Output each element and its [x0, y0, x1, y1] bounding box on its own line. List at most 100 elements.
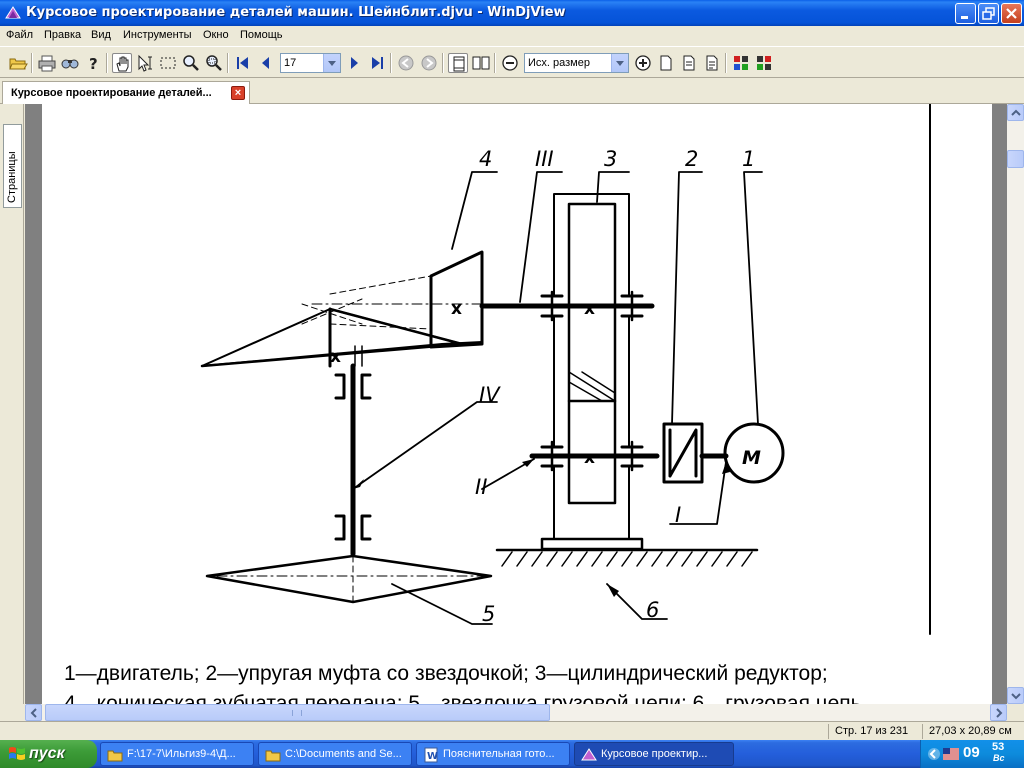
caption-line-2: 4—коническая зубчатая передача; 5—звездо… [64, 692, 862, 704]
clock-minute[interactable]: 53 [992, 741, 1004, 753]
label-6: 6 [646, 598, 659, 622]
last-page-button[interactable] [367, 53, 387, 73]
chevron-right-icon [996, 708, 1003, 718]
menu-help[interactable]: Помощь [240, 29, 283, 41]
start-button[interactable]: пуск [0, 740, 97, 768]
display-mode-button[interactable] [754, 53, 774, 73]
scroll-right-button[interactable] [990, 704, 1007, 721]
menu-file[interactable]: Файл [6, 29, 33, 41]
document-view[interactable]: x x x x М 4 III 3 2 1 IV II I 5 6 1—двиг… [25, 104, 1007, 704]
gear-mark: x [330, 347, 341, 367]
task-label: Курсовое проектир... [601, 748, 708, 760]
gear-mark: x [584, 299, 595, 319]
prev-page-icon [262, 57, 269, 69]
next-page-icon [351, 57, 358, 69]
chevron-down-icon[interactable] [323, 54, 340, 72]
text-select-button[interactable] [135, 53, 155, 73]
language-flag-icon[interactable] [943, 748, 959, 760]
back-button[interactable] [396, 53, 416, 73]
page-number-combo[interactable]: 17 [280, 53, 341, 73]
vertical-scrollbar[interactable] [1007, 104, 1024, 704]
task-label: C:\Documents and Se... [285, 748, 402, 760]
window-title: Курсовое проектирование деталей машин. Ш… [26, 5, 566, 20]
fit-all-button[interactable] [702, 53, 722, 73]
prev-page-button[interactable] [256, 53, 276, 73]
rect-select-button[interactable] [158, 53, 178, 73]
sprocket-5 [205, 554, 493, 604]
side-panel: Страницы [0, 104, 24, 704]
tab-document[interactable]: Курсовое проектирование деталей... × [2, 81, 250, 104]
folder-icon [265, 750, 281, 762]
menu-edit[interactable]: Правка [44, 29, 81, 41]
kinematic-diagram: x x x x М 4 III 3 2 1 IV II I 5 6 [200, 104, 931, 635]
minimize-button[interactable] [955, 3, 976, 24]
chevron-up-icon [1011, 109, 1021, 116]
windows-logo-icon [9, 747, 25, 760]
text-select-icon [138, 54, 152, 72]
zoom-value: Исх. размер [528, 57, 590, 69]
task-label: Пояснительная гото... [443, 748, 555, 760]
forward-icon [421, 55, 437, 71]
clock-day[interactable]: Вс [993, 753, 1005, 763]
forward-button[interactable] [419, 53, 439, 73]
label-III: III [535, 147, 554, 171]
horizontal-scroll-thumb[interactable] [45, 704, 550, 721]
zoom-in-icon [635, 55, 651, 71]
next-page-button[interactable] [344, 53, 364, 73]
task-button-folder-2[interactable]: C:\Documents and Se... [258, 742, 412, 766]
zoom-tool-button[interactable] [181, 53, 201, 73]
task-button-windjview[interactable]: Курсовое проектир... [574, 742, 734, 766]
find-button[interactable] [60, 53, 80, 73]
horizontal-scrollbar[interactable] [25, 704, 1007, 721]
menu-view[interactable]: Вид [91, 29, 111, 41]
print-button[interactable] [37, 53, 57, 73]
gear-mark: x [584, 448, 595, 468]
start-label: пуск [29, 745, 65, 762]
task-button-folder-1[interactable]: F:\17-7\Ильгиз9-4\Д... [100, 742, 254, 766]
clock-hour[interactable]: 09 [963, 744, 980, 761]
fit-page-button[interactable] [656, 53, 676, 73]
svg-text:?: ? [89, 55, 98, 73]
menu-tools[interactable]: Инструменты [123, 29, 192, 41]
toolbar: ? 17 Исх. размер [0, 46, 1024, 78]
tray-arrow-icon[interactable] [927, 747, 941, 761]
two-page-icon [472, 56, 490, 70]
caption-line-1: 1—двигатель; 2—упругая муфта со звездочк… [64, 662, 828, 685]
chevron-down-icon[interactable] [611, 54, 628, 72]
label-1: 1 [742, 147, 755, 171]
help-button[interactable]: ? [83, 53, 103, 73]
scroll-down-button[interactable] [1007, 687, 1024, 704]
vertical-scroll-thumb[interactable] [1007, 150, 1024, 168]
zoom-rect-button[interactable] [204, 53, 224, 73]
zoom-out-button[interactable] [500, 53, 520, 73]
close-button[interactable] [1001, 3, 1022, 24]
scroll-up-button[interactable] [1007, 104, 1024, 121]
two-page-button[interactable] [471, 53, 491, 73]
rect-select-icon [160, 57, 176, 69]
folder-icon [107, 750, 123, 762]
hand-tool-button[interactable] [112, 53, 132, 73]
color-mode-button[interactable] [731, 53, 751, 73]
fit-width-button[interactable] [679, 53, 699, 73]
restore-button[interactable] [978, 3, 999, 24]
single-page-button[interactable] [448, 53, 468, 73]
zoom-in-button[interactable] [633, 53, 653, 73]
task-button-word[interactable]: W Пояснительная гото... [416, 742, 570, 766]
open-button[interactable] [8, 53, 28, 73]
hand-icon [116, 56, 129, 72]
last-page-icon [372, 57, 383, 69]
menu-window[interactable]: Окно [203, 29, 229, 41]
close-tab-icon[interactable]: × [231, 86, 245, 100]
title-bar[interactable]: Курсовое проектирование деталей машин. Ш… [0, 0, 1024, 26]
label-IV: IV [479, 383, 501, 407]
back-icon [398, 55, 414, 71]
menu-bar: Файл Правка Вид Инструменты Окно Помощь [0, 26, 1024, 45]
first-page-icon [237, 57, 248, 69]
scroll-left-button[interactable] [25, 704, 42, 721]
zoom-combo[interactable]: Исх. размер [524, 53, 629, 73]
first-page-button[interactable] [233, 53, 253, 73]
label-4: 4 [479, 147, 492, 171]
page-content: x x x x М 4 III 3 2 1 IV II I 5 6 1—двиг… [42, 104, 992, 704]
tab-pages[interactable]: Страницы [3, 124, 22, 208]
gear-mark: x [451, 299, 462, 319]
